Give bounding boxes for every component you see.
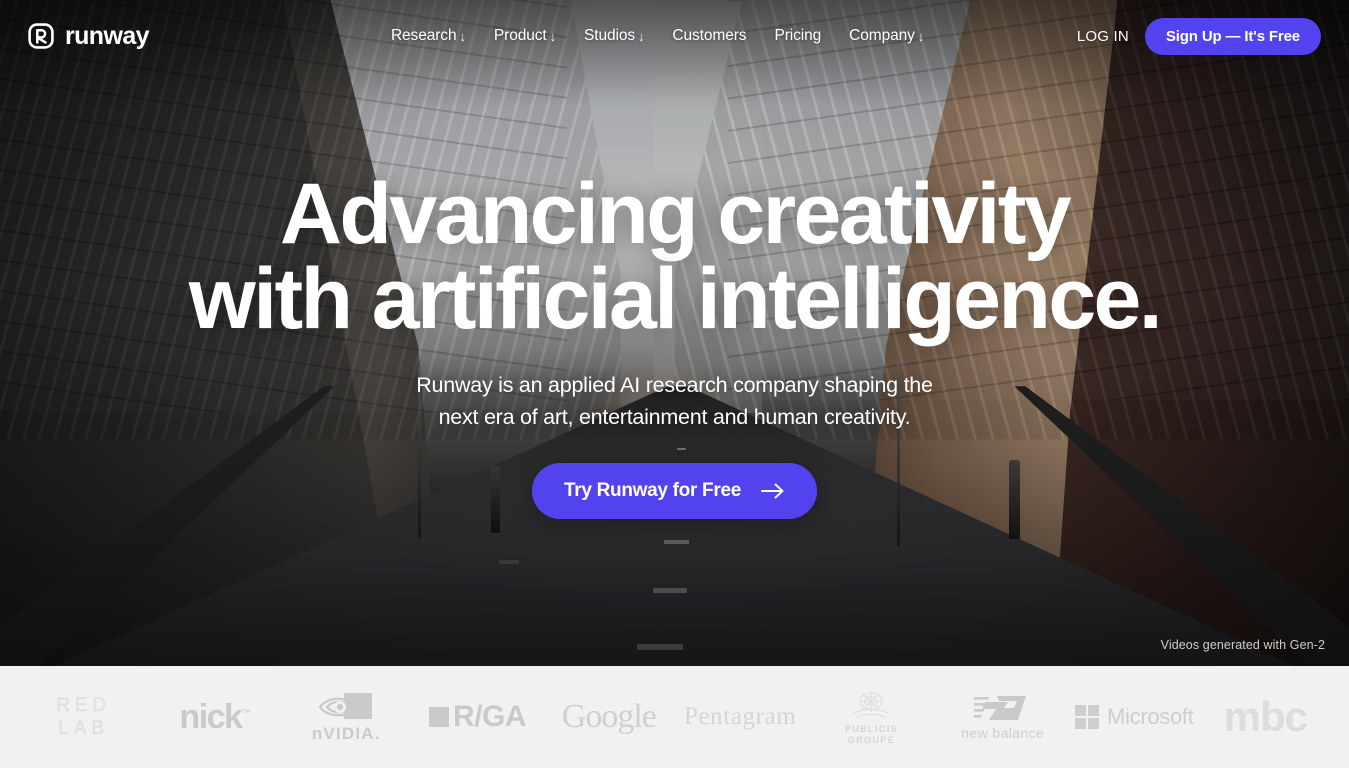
microsoft-logo-icon: Microsoft bbox=[1074, 704, 1194, 730]
runway-logo-icon bbox=[28, 23, 54, 49]
nav-item-product[interactable]: Product ↓ bbox=[494, 27, 556, 45]
subtitle-line-1: Runway is an applied AI research company… bbox=[416, 373, 933, 398]
brand-logo[interactable]: runway bbox=[28, 21, 150, 50]
nav-item-research[interactable]: Research ↓ bbox=[391, 27, 466, 45]
headline-line-1: Advancing creativity bbox=[279, 166, 1072, 262]
nvidia-eye-icon bbox=[318, 692, 373, 719]
cta-label: Try Runway for Free bbox=[564, 480, 741, 501]
nav-actions: LOG IN Sign Up — It's Free bbox=[1077, 17, 1321, 55]
try-runway-for-free-button[interactable]: Try Runway for Free bbox=[532, 463, 817, 519]
logo-red-lab[interactable]: RED LAB bbox=[18, 694, 149, 740]
nav-item-studios-label: Studios bbox=[584, 27, 636, 44]
nav-item-pricing[interactable]: Pricing bbox=[774, 27, 821, 45]
page-title: Advancing creativity with artificial int… bbox=[188, 171, 1163, 348]
chevron-down-icon: ↓ bbox=[459, 28, 466, 44]
chevron-down-icon: ↓ bbox=[638, 28, 645, 44]
customer-logo-bar: RED LAB nick™ nVIDIA. R/GA Google Pentag… bbox=[0, 666, 1349, 768]
headline-line-2: with artificial intelligence. bbox=[188, 251, 1163, 348]
logo-nvidia[interactable]: nVIDIA. bbox=[281, 691, 412, 744]
publicis-line-1: PUBLICIS bbox=[844, 723, 899, 734]
new-balance-wordmark: new balance bbox=[961, 725, 1045, 741]
main-navigation: runway Research ↓ Product ↓ Studios ↓ Cu… bbox=[0, 0, 1349, 72]
hero-content: Advancing creativity with artificial int… bbox=[0, 0, 1349, 666]
logo-nickelodeon[interactable]: nick™ bbox=[149, 698, 280, 737]
hero-subtitle: Runway is an applied AI research company… bbox=[416, 370, 933, 433]
nav-item-studios[interactable]: Studios ↓ bbox=[584, 27, 645, 45]
google-logo-icon: Google bbox=[561, 698, 657, 735]
rga-logo-icon: R/GA bbox=[429, 700, 527, 734]
chevron-down-icon: ↓ bbox=[917, 28, 925, 44]
nvidia-wordmark: nVIDIA. bbox=[311, 723, 381, 743]
red-lab-line-2: LAB bbox=[58, 718, 110, 740]
microsoft-wordmark: Microsoft bbox=[1107, 704, 1194, 729]
nav-item-company-label: Company bbox=[849, 27, 915, 44]
publicis-line-2: GROUPE bbox=[847, 735, 896, 745]
login-link[interactable]: LOG IN bbox=[1077, 28, 1129, 45]
nvidia-logo-icon: nVIDIA. bbox=[312, 691, 381, 744]
rga-wordmark: R/GA bbox=[453, 700, 527, 733]
nav-item-research-label: Research bbox=[390, 27, 457, 44]
video-credit-label: Videos generated with Gen-2 bbox=[1160, 638, 1325, 652]
hero-section: runway Research ↓ Product ↓ Studios ↓ Cu… bbox=[0, 0, 1349, 666]
mbc-logo-icon: mbc bbox=[1223, 693, 1308, 740]
rga-square-icon bbox=[429, 707, 450, 727]
subtitle-line-2: next era of art, entertainment and human… bbox=[438, 404, 911, 429]
microsoft-squares-icon bbox=[1074, 704, 1099, 730]
chevron-down-icon: ↓ bbox=[549, 28, 557, 44]
new-balance-n-icon bbox=[973, 696, 1026, 720]
nav-links: Research ↓ Product ↓ Studios ↓ Customers… bbox=[391, 27, 924, 45]
publicis-groupe-logo-icon: PUBLICIS GROUPE bbox=[843, 688, 899, 747]
pentagram-logo-icon: Pentagram bbox=[683, 703, 797, 730]
nav-item-product-label: Product bbox=[493, 27, 547, 44]
nav-item-customers[interactable]: Customers bbox=[672, 27, 746, 45]
arrow-right-icon bbox=[761, 483, 784, 499]
new-balance-logo-icon: new balance bbox=[961, 693, 1044, 741]
trademark-icon: ™ bbox=[241, 707, 251, 718]
nav-item-pricing-label: Pricing bbox=[774, 27, 822, 44]
logo-pentagram[interactable]: Pentagram bbox=[674, 703, 805, 731]
logo-mbc[interactable]: mbc bbox=[1200, 696, 1331, 738]
nickelodeon-wordmark: nick bbox=[179, 697, 243, 736]
nickelodeon-logo-icon: nick™ bbox=[179, 698, 250, 737]
nav-item-company[interactable]: Company ↓ bbox=[849, 27, 924, 45]
logo-publicis-groupe[interactable]: PUBLICIS GROUPE bbox=[806, 688, 937, 747]
publicis-crest-icon bbox=[853, 690, 890, 719]
brand-name: runway bbox=[65, 21, 150, 50]
logo-google[interactable]: Google bbox=[543, 698, 674, 736]
signup-button[interactable]: Sign Up — It's Free bbox=[1144, 17, 1321, 55]
nav-item-customers-label: Customers bbox=[672, 27, 747, 44]
red-lab-line-1: RED bbox=[56, 694, 112, 717]
publicis-text: PUBLICIS GROUPE bbox=[845, 724, 898, 747]
red-lab-logo-icon: RED LAB bbox=[56, 694, 111, 740]
logo-rga[interactable]: R/GA bbox=[412, 700, 543, 734]
logo-microsoft[interactable]: Microsoft bbox=[1068, 704, 1199, 730]
logo-new-balance[interactable]: new balance bbox=[937, 693, 1068, 741]
